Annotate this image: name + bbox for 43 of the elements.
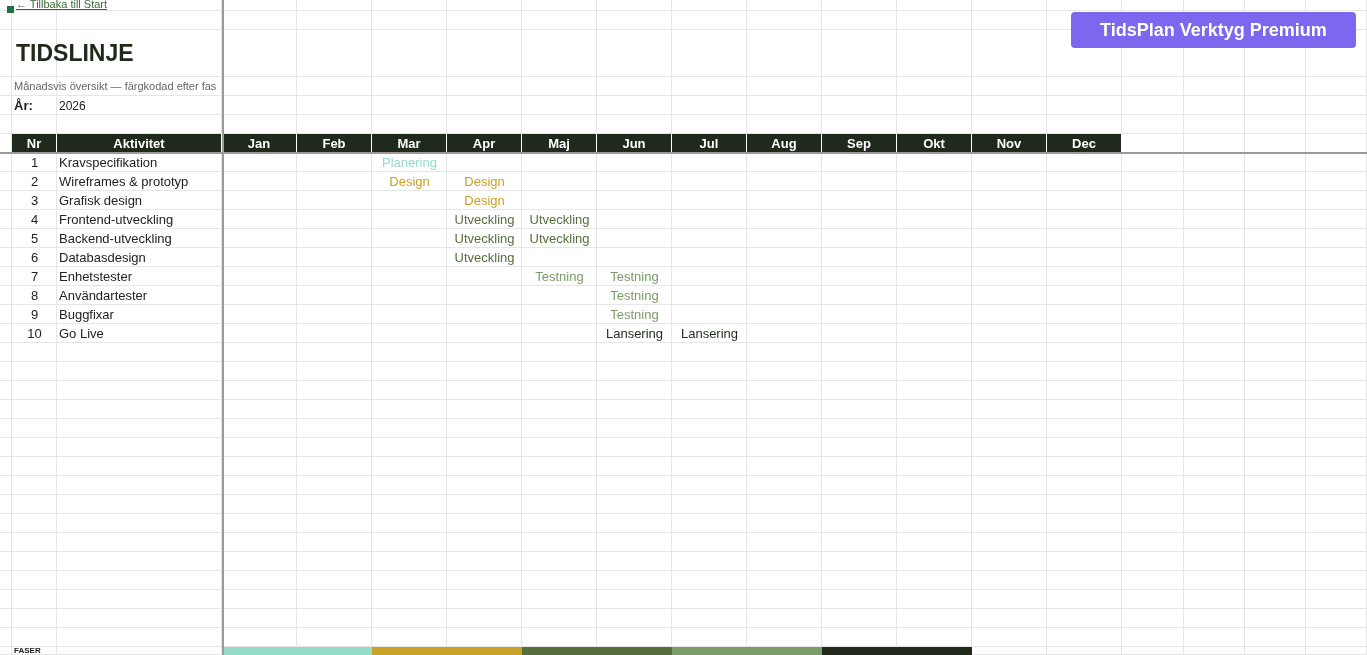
phase-entry: Utveckling xyxy=(529,229,590,248)
phase-entry: Lansering xyxy=(605,324,664,343)
row-number: 3 xyxy=(30,191,39,210)
year-value: 2026 xyxy=(58,97,86,115)
row-number: 8 xyxy=(30,286,39,305)
phase-entry: Design xyxy=(464,172,505,191)
row-number: 2 xyxy=(30,172,39,191)
phase-entry: Testning xyxy=(610,286,659,305)
row-number: 5 xyxy=(30,229,39,248)
phase-entry: Design xyxy=(389,172,430,191)
activity-name: Enhetstester xyxy=(58,267,132,286)
row-number: 10 xyxy=(27,324,42,343)
phase-entry: Utveckling xyxy=(454,248,515,267)
phase-entry: Planering xyxy=(382,153,437,172)
phase-entry: Design xyxy=(464,191,505,210)
phase-entry: Utveckling xyxy=(529,210,590,229)
premium-badge: TidsPlan Verktyg Premium xyxy=(1071,12,1356,48)
subtitle: Månadsvis översikt — färgkodad efter fas xyxy=(13,79,217,95)
activity-name: Grafisk design xyxy=(58,191,143,210)
row-number: 1 xyxy=(30,153,39,172)
row-number: 9 xyxy=(30,305,39,324)
row-number: 7 xyxy=(30,267,39,286)
phase-entry: Utveckling xyxy=(454,210,515,229)
activity-name: Användartester xyxy=(58,286,148,305)
phases-label: FASER xyxy=(14,647,41,655)
year-label: År: xyxy=(13,96,33,115)
row-number: 6 xyxy=(30,248,39,267)
phase-entry: Testning xyxy=(535,267,584,286)
activity-name: Buggfixar xyxy=(58,305,114,324)
activity-name: Kravspecifikation xyxy=(58,153,158,172)
activity-name: Backend-utveckling xyxy=(58,229,172,248)
activity-name: Frontend-utveckling xyxy=(58,210,174,229)
row-number: 4 xyxy=(30,210,39,229)
activity-name: Wireframes & prototyp xyxy=(58,172,189,191)
selection-handle-icon[interactable] xyxy=(7,6,14,13)
phase-entry: Testning xyxy=(610,305,659,324)
activity-name: Go Live xyxy=(58,324,104,343)
back-link[interactable]: ← Tillbaka till Start xyxy=(16,0,108,10)
page-title: TIDSLINJE xyxy=(15,39,134,69)
phase-entry: Testning xyxy=(610,267,659,286)
activity-name: Databasdesign xyxy=(58,248,146,267)
phase-entry: Utveckling xyxy=(454,229,515,248)
phase-entry: Lansering xyxy=(680,324,739,343)
